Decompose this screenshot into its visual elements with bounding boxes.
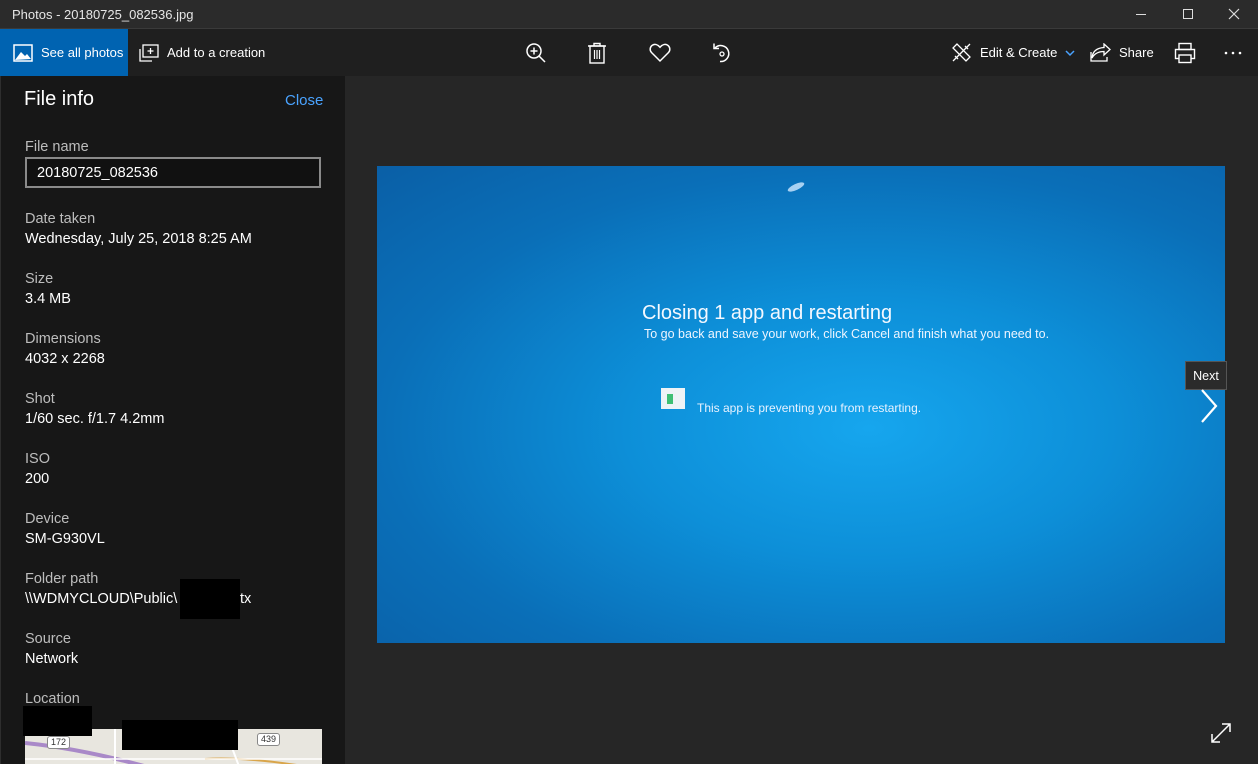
source-value: Network xyxy=(25,651,79,667)
photo-subtext: To go back and save your work, click Can… xyxy=(644,327,1050,341)
see-all-photos-button[interactable]: See all photos xyxy=(0,29,128,76)
redaction-box xyxy=(122,720,238,750)
minimize-icon xyxy=(1136,14,1146,15)
zoom-in-icon xyxy=(526,42,546,63)
maximize-icon xyxy=(1183,9,1193,19)
iso-label: ISO xyxy=(25,451,50,467)
minimize-button[interactable] xyxy=(1118,0,1164,28)
rotate-icon xyxy=(713,43,730,62)
panel-title: File info xyxy=(24,88,95,110)
size-value: 3.4 MB xyxy=(25,291,71,307)
size-label: Size xyxy=(25,271,54,287)
expand-icon xyxy=(1211,723,1231,743)
rotate-button[interactable] xyxy=(702,29,742,76)
fullscreen-button[interactable] xyxy=(1208,720,1234,746)
file-name-input[interactable] xyxy=(25,157,321,188)
close-icon xyxy=(1228,8,1240,20)
share-icon xyxy=(1090,43,1111,62)
toolbar: See all photos Add to a creation Edit & … xyxy=(0,29,1258,76)
title-bar: Photos - 20180725_082536.jpg xyxy=(0,0,1258,29)
printer-icon xyxy=(1174,42,1196,63)
location-label: Location xyxy=(25,691,80,707)
app-icon xyxy=(661,388,685,409)
more-icon xyxy=(1224,51,1242,54)
file-name-label: File name xyxy=(25,139,89,155)
file-info-panel: File info Close File name Date taken Wed… xyxy=(0,76,345,764)
more-options-button[interactable] xyxy=(1213,29,1253,76)
window-title: Photos - 20180725_082536.jpg xyxy=(12,7,194,22)
heart-icon xyxy=(649,43,671,62)
close-window-button[interactable] xyxy=(1211,0,1257,28)
add-to-creation-label: Add to a creation xyxy=(167,45,266,60)
map-road-label: 439 xyxy=(257,733,281,746)
chevron-right-icon xyxy=(1201,389,1218,423)
redaction-box xyxy=(23,706,92,736)
favorite-button[interactable] xyxy=(640,29,680,76)
see-all-photos-label: See all photos xyxy=(41,45,124,60)
add-to-creation-icon xyxy=(139,43,159,62)
share-label: Share xyxy=(1119,45,1154,60)
next-button[interactable] xyxy=(1196,388,1224,424)
edit-create-label: Edit & Create xyxy=(980,45,1058,60)
maximize-button[interactable] xyxy=(1165,0,1211,28)
device-value: SM-G930VL xyxy=(25,531,105,547)
delete-button[interactable] xyxy=(577,29,617,76)
shot-value: 1/60 sec. f/1.7 4.2mm xyxy=(25,411,165,427)
print-button[interactable] xyxy=(1165,29,1205,76)
next-tooltip: Next xyxy=(1185,361,1227,390)
trash-icon xyxy=(588,42,606,64)
device-label: Device xyxy=(25,511,70,527)
folder-path-value-end: tx xyxy=(240,591,252,607)
edit-create-button[interactable]: Edit & Create xyxy=(951,29,1076,76)
folder-path-value-start: \\WDMYCLOUD\Public\ xyxy=(25,591,178,607)
date-taken-label: Date taken xyxy=(25,211,96,227)
edit-create-icon xyxy=(952,43,971,62)
map-road-label: 172 xyxy=(47,736,71,749)
dimensions-value: 4032 x 2268 xyxy=(25,351,105,367)
folder-path-label: Folder path xyxy=(25,571,99,587)
shot-label: Shot xyxy=(25,391,55,407)
photo-icon xyxy=(13,43,33,62)
photo-app-text: This app is preventing you from restarti… xyxy=(697,401,922,415)
iso-value: 200 xyxy=(25,471,50,487)
zoom-button[interactable] xyxy=(516,29,556,76)
source-label: Source xyxy=(25,631,71,647)
dimensions-label: Dimensions xyxy=(25,331,101,347)
close-panel-link[interactable]: Close xyxy=(285,92,323,109)
share-button[interactable]: Share xyxy=(1090,29,1154,76)
photo-glare xyxy=(786,180,806,194)
chevron-down-icon xyxy=(1065,49,1075,56)
redaction-box xyxy=(180,579,240,619)
photo-heading: Closing 1 app and restarting xyxy=(642,302,893,324)
date-taken-value: Wednesday, July 25, 2018 8:25 AM xyxy=(25,231,252,247)
photo-view[interactable]: Closing 1 app and restarting To go back … xyxy=(377,166,1225,643)
add-to-creation-button[interactable]: Add to a creation xyxy=(139,29,265,76)
